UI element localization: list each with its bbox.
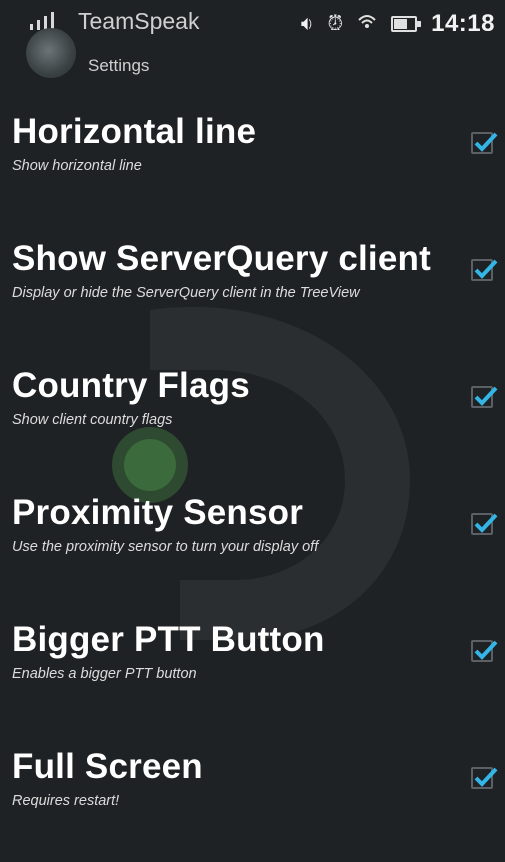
alarm-icon: ⏰︎ <box>327 12 344 35</box>
horizontal-line-checkbox[interactable] <box>471 132 498 154</box>
checkmark-icon <box>474 513 498 533</box>
volume-icon: 🔉︎ <box>300 12 314 35</box>
checkmark-icon <box>474 386 498 406</box>
checkmark-icon <box>474 767 498 787</box>
clock: 14:18 <box>431 10 495 37</box>
setting-summary: Requires restart! <box>12 793 120 809</box>
full-screen-checkbox[interactable] <box>471 767 498 789</box>
checkmark-icon <box>474 259 498 279</box>
setting-bigger-ptt-button[interactable]: Bigger PTT Button Enables a bigger PTT b… <box>0 620 505 735</box>
bigger-ptt-button-checkbox[interactable] <box>471 640 498 662</box>
status-bar: TeamSpeak 🔉︎ ⏰︎ 14:18 <box>0 0 505 78</box>
proximity-sensor-checkbox[interactable] <box>471 513 498 535</box>
setting-summary: Display or hide the ServerQuery client i… <box>12 285 360 301</box>
setting-title: Horizontal line <box>12 112 257 151</box>
setting-horizontal-line[interactable]: Horizontal line Show horizontal line <box>0 112 505 227</box>
setting-title: Country Flags <box>12 366 250 405</box>
checkmark-icon <box>474 132 498 152</box>
setting-full-screen[interactable]: Full Screen Requires restart! <box>0 747 505 862</box>
battery-icon <box>391 16 422 32</box>
setting-title: Full Screen <box>12 747 203 786</box>
setting-summary: Use the proximity sensor to turn your di… <box>12 539 319 555</box>
setting-proximity-sensor[interactable]: Proximity Sensor Use the proximity senso… <box>0 493 505 608</box>
app-logo-icon <box>26 28 76 78</box>
serverquery-client-checkbox[interactable] <box>471 259 498 281</box>
setting-title: Proximity Sensor <box>12 493 304 532</box>
settings-list: Horizontal line Show horizontal line Sho… <box>0 100 505 862</box>
setting-summary: Show horizontal line <box>12 158 142 174</box>
page-subtitle: Settings <box>88 56 150 75</box>
checkmark-icon <box>474 640 498 660</box>
setting-summary: Show client country flags <box>12 412 173 428</box>
setting-title: Show ServerQuery client <box>12 239 431 278</box>
wifi-icon <box>357 13 377 36</box>
app-title: TeamSpeak <box>78 8 200 34</box>
setting-country-flags[interactable]: Country Flags Show client country flags <box>0 366 505 481</box>
country-flags-checkbox[interactable] <box>471 386 498 408</box>
setting-title: Bigger PTT Button <box>12 620 325 659</box>
setting-show-serverquery-client[interactable]: Show ServerQuery client Display or hide … <box>0 239 505 354</box>
setting-summary: Enables a bigger PTT button <box>12 666 197 682</box>
